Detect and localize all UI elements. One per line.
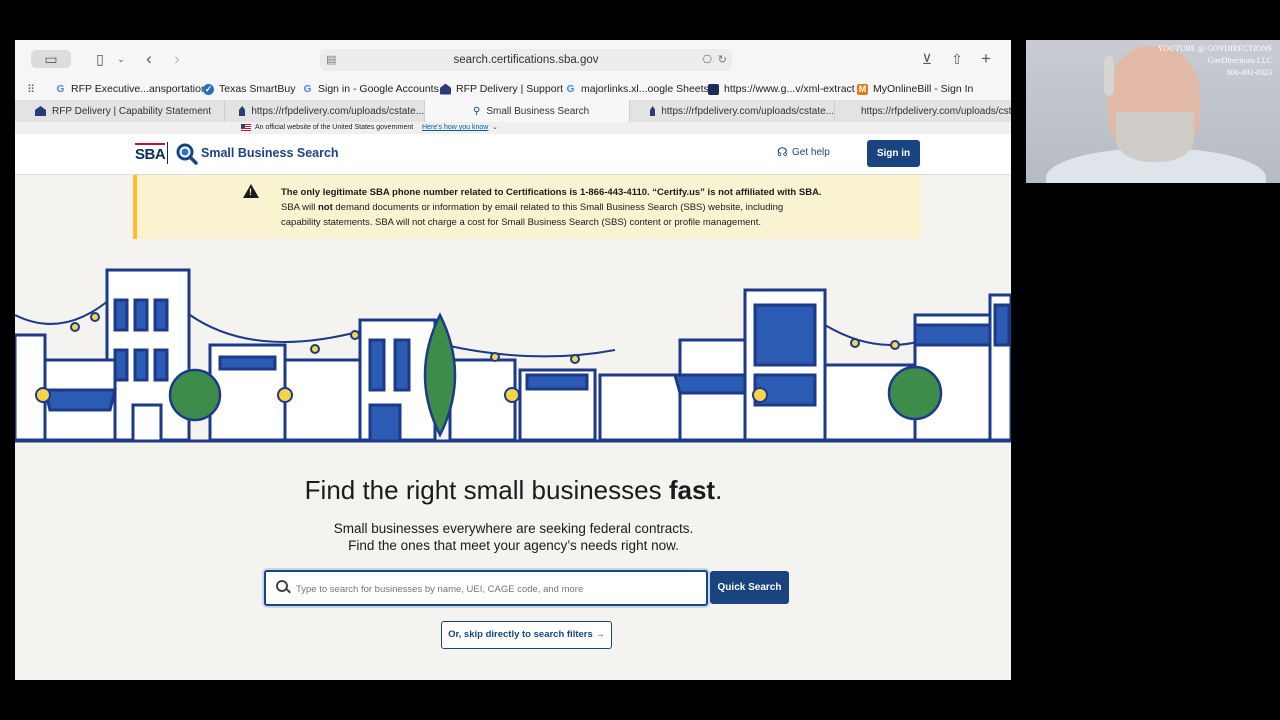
- profile-icon[interactable]: ▭: [31, 50, 71, 68]
- new-tab-icon[interactable]: +: [978, 49, 994, 68]
- chevron-down-icon[interactable]: ⌄: [492, 123, 498, 131]
- header-divider: [167, 142, 168, 164]
- alert-line-2: SBA will not demand documents or informa…: [281, 202, 784, 213]
- help-icon: ☊: [777, 145, 788, 159]
- address-bar[interactable]: ▤ search.certifications.sba.gov ⎔ ↻: [320, 49, 732, 71]
- tab-bar: RFP Delivery | Capability Statement http…: [15, 100, 1011, 123]
- favorite-item[interactable]: M MyOnlineBill - Sign In: [857, 81, 973, 97]
- webcam-branding: YOUTUBE @ GOVDIRECTIONS GovDirections LL…: [1157, 44, 1272, 77]
- tab-cstatement-1[interactable]: https://rfpdelivery.com/uploads/cstate..…: [225, 100, 425, 122]
- back-icon[interactable]: ‹: [141, 49, 157, 68]
- forward-icon[interactable]: ›: [169, 49, 185, 68]
- tab-cstatement-3[interactable]: https://rfpdelivery.com/uploads/cst: [835, 100, 1011, 122]
- gov-banner-text: An official website of the United States…: [255, 124, 414, 131]
- get-help-link[interactable]: Get help: [792, 147, 830, 158]
- favorite-item[interactable]: https://www.g...v/xml-extract: [708, 81, 855, 97]
- search-icon: [276, 580, 288, 592]
- favorite-item[interactable]: G Sign in - Google Accounts: [302, 81, 439, 97]
- browser-window: ▭ ▯ ⌄ ‹ › ▤ search.certifications.sba.go…: [15, 40, 1011, 680]
- downloads-icon[interactable]: ⊻: [919, 50, 935, 68]
- tab-cstatement-2[interactable]: https://rfpdelivery.com/uploads/cstate..…: [630, 100, 835, 122]
- alert-banner: The only legitimate SBA phone number rel…: [133, 175, 921, 239]
- rfp-delivery-icon: [650, 106, 656, 116]
- favorite-item[interactable]: RFP Delivery | Support: [440, 81, 563, 97]
- site-title[interactable]: Small Business Search: [201, 146, 339, 160]
- webcam-overlay: YOUTUBE @ GOVDIRECTIONS GovDirections LL…: [1026, 40, 1280, 183]
- dark-square-icon: [708, 83, 719, 95]
- warning-icon: [243, 184, 259, 198]
- google-icon: G: [303, 83, 312, 95]
- sign-in-button[interactable]: Sign in: [867, 140, 920, 167]
- skip-to-filters-button[interactable]: Or, skip directly to search filters →: [441, 621, 612, 649]
- magnifier-logo-icon: [176, 143, 198, 165]
- search-input[interactable]: [294, 572, 698, 606]
- browser-toolbar: ▭ ▯ ⌄ ‹ › ▤ search.certifications.sba.go…: [15, 40, 1011, 78]
- reload-icon[interactable]: ↻: [718, 49, 727, 71]
- search-icon: ⚲: [473, 105, 481, 117]
- presenter-hair: [1104, 56, 1114, 96]
- texas-smartbuy-icon: ✓: [203, 83, 214, 95]
- rfp-delivery-icon: [440, 83, 451, 95]
- google-icon: G: [566, 83, 575, 95]
- rfp-delivery-icon: [35, 106, 46, 116]
- gov-banner: An official website of the United States…: [15, 122, 1011, 134]
- us-flag-icon: [241, 124, 251, 131]
- site-header: SBA Small Business Search ☊ Get help Sig…: [15, 134, 1011, 175]
- hero-title: Find the right small businesses fast.: [304, 475, 723, 505]
- favorite-item[interactable]: Gmajorlinks.xl...oogle Sheets: [565, 81, 709, 97]
- apps-grid-icon[interactable]: ⠿: [27, 81, 35, 97]
- hero-subtitle-1: Small businesses everywhere are seeking …: [333, 521, 694, 536]
- favorite-item[interactable]: G RFP Executive...ansportation: [55, 81, 207, 97]
- tab-rfp-capability[interactable]: RFP Delivery | Capability Statement: [15, 100, 225, 122]
- favorite-item[interactable]: ✓ Texas SmartBuy: [203, 81, 295, 97]
- chevron-down-icon[interactable]: ⌄: [115, 50, 127, 68]
- tab-small-business-search[interactable]: ⚲ Small Business Search: [425, 100, 630, 122]
- presenter-beard: [1116, 112, 1194, 162]
- sidebar-toggle-icon[interactable]: ▯: [91, 50, 109, 68]
- page-icon: ▤: [326, 54, 337, 66]
- share-icon[interactable]: ⇧: [949, 50, 965, 68]
- hero-subtitle-2: Find the ones that meet your agency’s ne…: [348, 538, 679, 553]
- alert-line-3: capability statements. SBA will not char…: [281, 217, 761, 228]
- google-icon: G: [56, 83, 65, 95]
- alert-line-1: The only legitimate SBA phone number rel…: [281, 187, 822, 198]
- favorites-bar: ⠿ G RFP Executive...ansportation ✓ Texas S…: [15, 78, 1011, 100]
- url-text: search.certifications.sba.gov: [453, 54, 599, 66]
- quick-search-button[interactable]: Quick Search: [710, 571, 789, 604]
- sba-logo[interactable]: SBA: [135, 143, 166, 163]
- main-street-illustration: [15, 268, 1011, 443]
- search-box: [264, 570, 708, 606]
- translate-icon[interactable]: ⎔: [702, 49, 712, 71]
- gov-banner-link[interactable]: Here's how you know: [422, 124, 488, 131]
- rfp-delivery-icon: [239, 106, 246, 116]
- myonlinebill-icon: M: [857, 83, 868, 95]
